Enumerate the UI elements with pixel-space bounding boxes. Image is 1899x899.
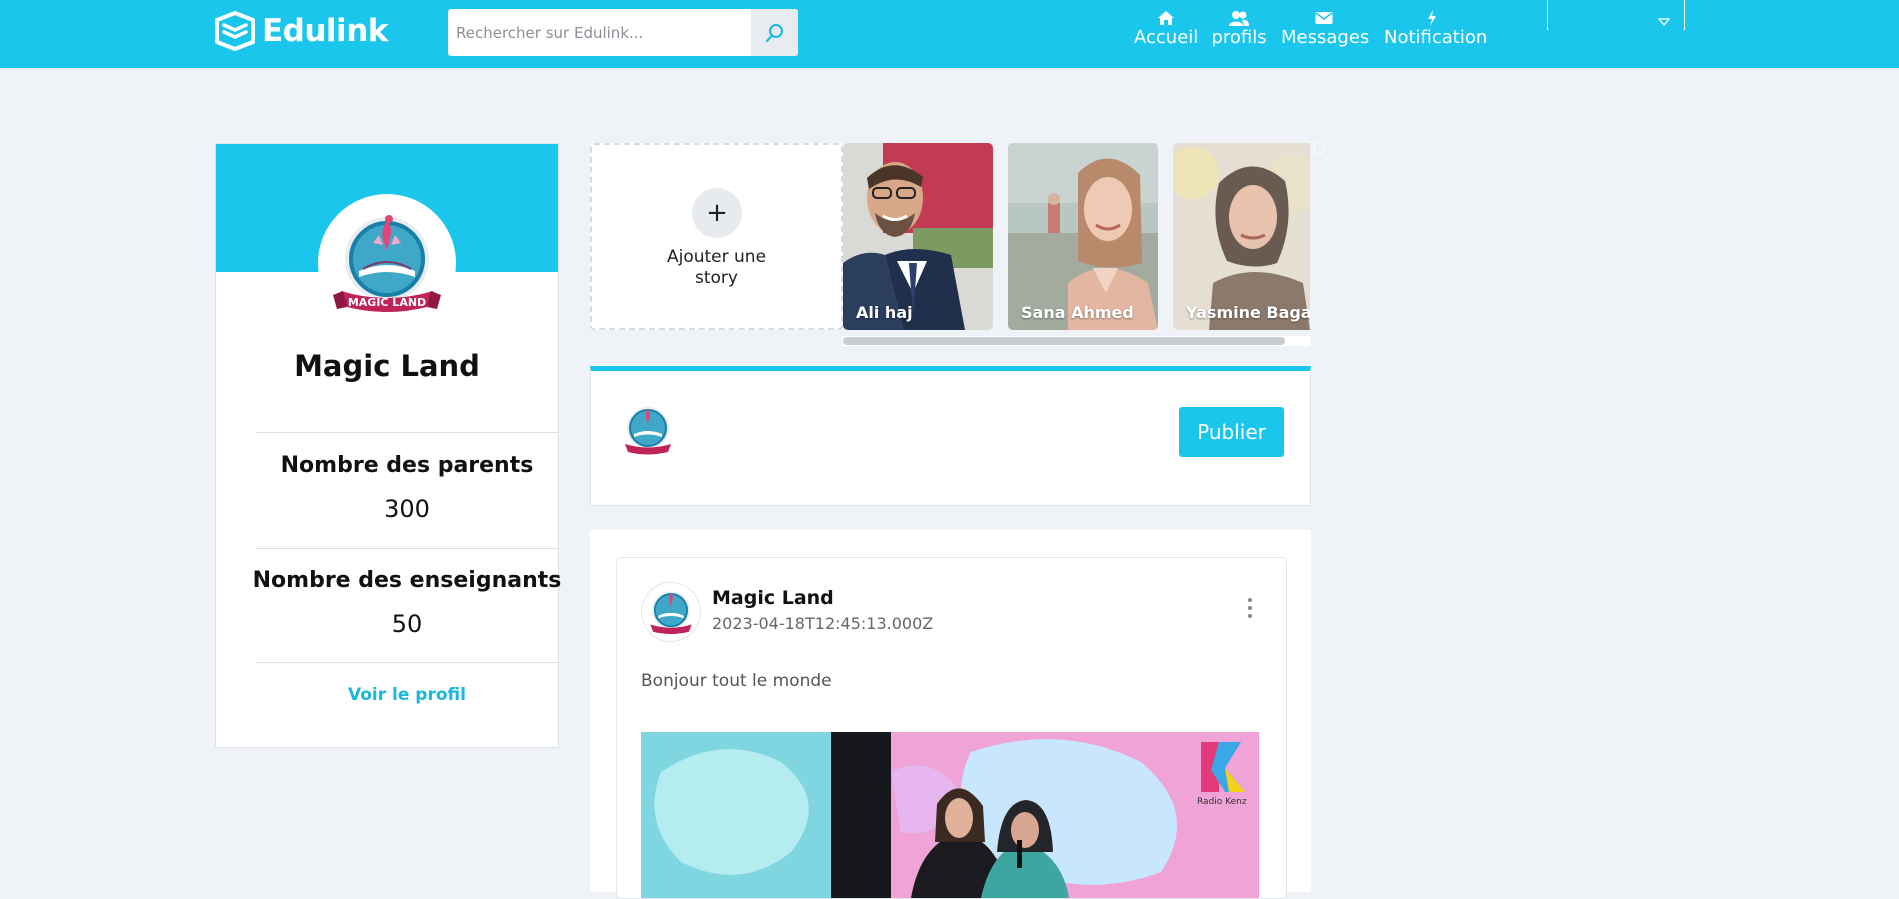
post-image[interactable]: Radio Kenz bbox=[641, 732, 1259, 898]
search-box bbox=[448, 9, 798, 56]
magic-land-logo-post bbox=[650, 591, 692, 634]
story-name: Ali haj bbox=[856, 303, 913, 322]
top-navbar: Edulink Accueil profils Messages bbox=[0, 0, 1899, 68]
nav-messages[interactable]: Messages bbox=[1281, 10, 1370, 60]
divider bbox=[256, 548, 558, 549]
account-dropdown[interactable] bbox=[1657, 11, 1671, 30]
stat-label-parents: Nombre des parents bbox=[280, 453, 534, 478]
post-options-menu[interactable] bbox=[1245, 596, 1255, 620]
logo-text: Edulink bbox=[262, 13, 388, 49]
stories-scrollbar-thumb[interactable] bbox=[843, 337, 1285, 345]
plus-icon: + bbox=[692, 188, 742, 238]
post-author[interactable]: Magic Land bbox=[712, 587, 834, 609]
add-story-label: Ajouter une story bbox=[666, 247, 767, 288]
svg-text:Radio Kenz: Radio Kenz bbox=[1197, 797, 1247, 807]
magic-land-logo-small bbox=[625, 407, 671, 455]
divider bbox=[256, 662, 558, 663]
magic-land-logo: MAGIC LAND bbox=[333, 215, 441, 312]
stat-value-parents: 300 bbox=[384, 495, 430, 523]
story-card[interactable]: Ali haj bbox=[843, 143, 993, 330]
story-card[interactable]: Sana Ahmed bbox=[1008, 143, 1158, 330]
story-indicator-dot bbox=[1313, 142, 1325, 154]
feed-container: Magic Land 2023-04-18T12:45:13.000Z Bonj… bbox=[590, 530, 1311, 899]
nav-label: Accueil bbox=[1134, 27, 1199, 48]
story-card[interactable]: Yasmine Bagane bbox=[1173, 143, 1310, 330]
users-icon bbox=[1229, 11, 1249, 26]
post-text: Bonjour tout le monde bbox=[641, 671, 832, 691]
profile-avatar[interactable]: MAGIC LAND bbox=[318, 194, 456, 332]
post-timestamp: 2023-04-18T12:45:13.000Z bbox=[712, 614, 934, 633]
post-photo: Radio Kenz bbox=[641, 732, 1259, 898]
post-avatar[interactable] bbox=[641, 582, 701, 642]
search-input[interactable] bbox=[448, 9, 748, 56]
svg-text:MAGIC LAND: MAGIC LAND bbox=[348, 296, 426, 309]
profile-card: MAGIC LAND Magic Land Nombre des parents… bbox=[215, 143, 561, 748]
caret-down-icon bbox=[1657, 18, 1671, 27]
stat-value-teachers: 50 bbox=[391, 610, 423, 638]
search-icon bbox=[765, 23, 783, 42]
bolt-icon bbox=[1428, 10, 1436, 26]
story-photo-sana bbox=[1008, 143, 1158, 330]
publish-button[interactable]: Publier bbox=[1179, 407, 1284, 457]
story-photo-yasmine bbox=[1173, 143, 1310, 330]
profile-name: Magic Land bbox=[294, 349, 480, 383]
nav-profils[interactable]: profils bbox=[1211, 10, 1267, 60]
nav-label: profils bbox=[1211, 27, 1267, 48]
add-story-card[interactable]: + Ajouter une story bbox=[590, 143, 843, 330]
post-card: Magic Land 2023-04-18T12:45:13.000Z Bonj… bbox=[616, 557, 1287, 899]
envelope-icon bbox=[1315, 12, 1333, 24]
home-icon bbox=[1158, 11, 1174, 25]
story-name: Sana Ahmed bbox=[1021, 303, 1134, 322]
nav-label: Messages bbox=[1281, 27, 1370, 48]
edulink-logo[interactable]: Edulink bbox=[214, 10, 388, 52]
story-name: Yasmine Bagane bbox=[1186, 303, 1310, 322]
search-button[interactable] bbox=[751, 9, 798, 56]
nav-divider bbox=[1684, 0, 1685, 30]
nav-label: Notification bbox=[1384, 27, 1488, 48]
stat-label-teachers: Nombre des enseignants bbox=[252, 568, 562, 593]
nav-notification[interactable]: Notification bbox=[1384, 10, 1488, 60]
view-profile-link[interactable]: Voir le profil bbox=[256, 685, 558, 705]
logo-icon bbox=[215, 11, 255, 51]
more-vertical-icon bbox=[1248, 598, 1252, 618]
nav-divider bbox=[1547, 0, 1548, 30]
composer-avatar bbox=[619, 401, 677, 463]
story-photo-ali bbox=[843, 143, 993, 330]
divider bbox=[256, 432, 558, 433]
post-composer: Publier bbox=[590, 366, 1311, 506]
nav-accueil[interactable]: Accueil bbox=[1134, 10, 1198, 60]
